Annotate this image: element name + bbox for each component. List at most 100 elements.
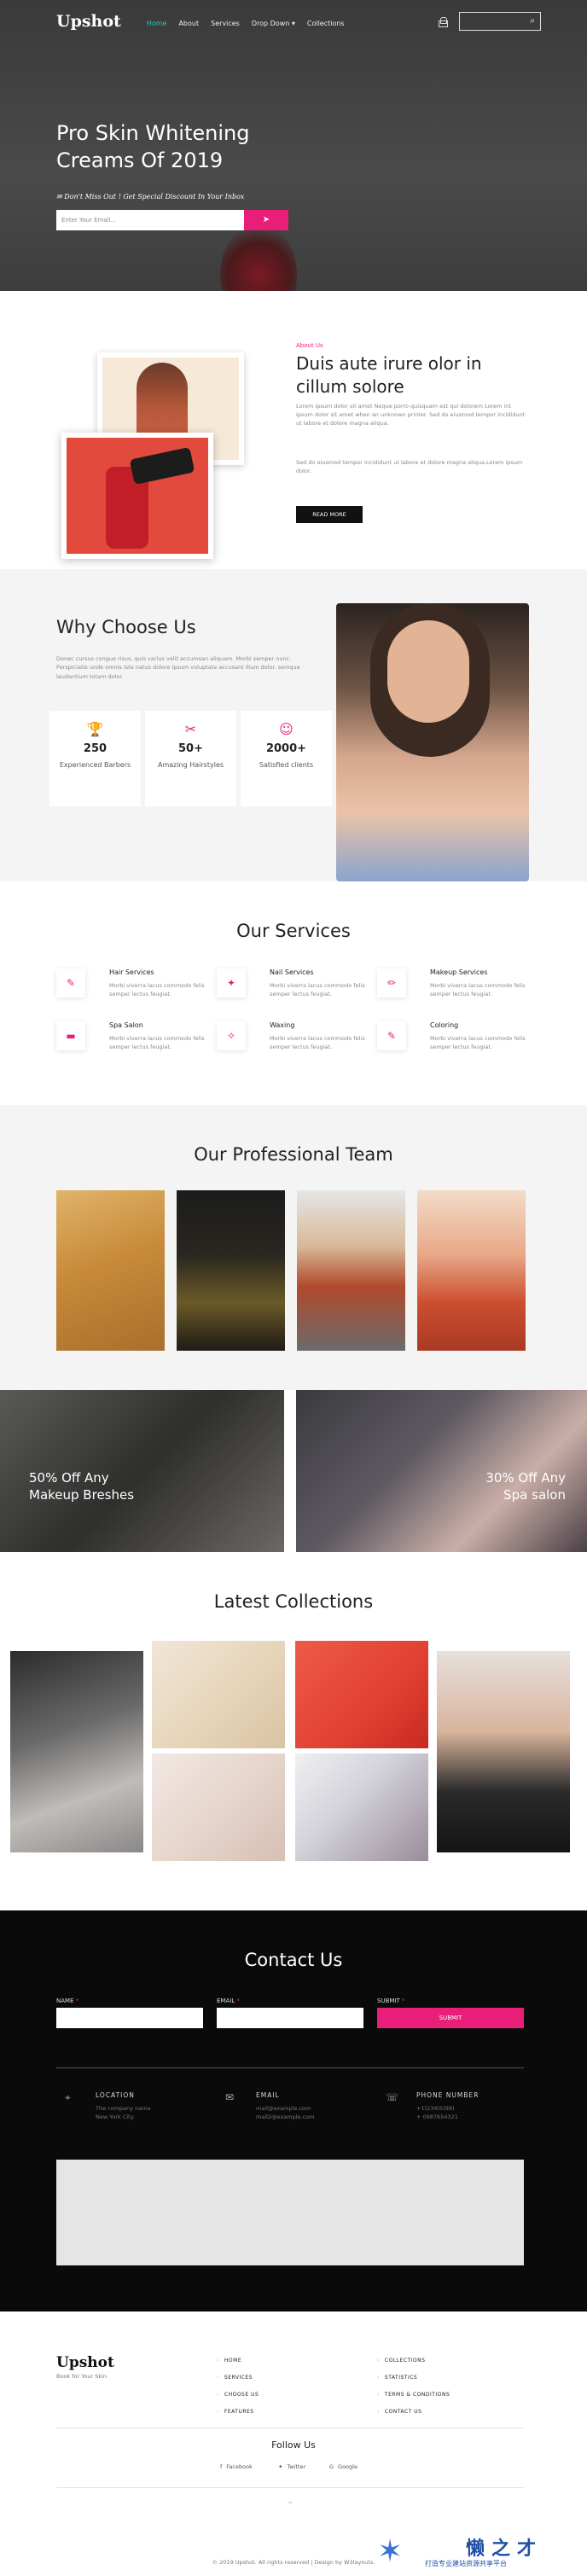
footer-logo[interactable]: Upshot	[56, 2354, 114, 2371]
nav-dropdown[interactable]: Drop Down ▾	[252, 20, 295, 27]
offer-text: 30% Off Any Spa salon	[485, 1470, 566, 1503]
social-twitter[interactable]: ✦ Twitter	[278, 2463, 305, 2470]
gallery-image[interactable]	[437, 1651, 570, 1852]
footer-link[interactable]: CHOOSE US	[217, 2392, 259, 2398]
gallery-image[interactable]	[152, 1641, 285, 1748]
footer-link[interactable]: COLLECTIONS	[377, 2358, 425, 2364]
team-member-photo[interactable]	[417, 1190, 526, 1351]
brush-icon: ✎	[377, 1021, 406, 1050]
email-field[interactable]	[217, 2008, 363, 2028]
phone-line-2: + 0987654321	[416, 2114, 458, 2121]
footer-divider	[56, 2487, 524, 2488]
contact-email: ✉ EMAIL mail@example.com mail2@example.c…	[225, 2091, 315, 2122]
team-member-photo[interactable]	[297, 1190, 405, 1351]
service-desc: Morbi viverra lacus commodo felis semper…	[430, 982, 526, 998]
about-section: About Us Duis aute irure olor in cillum …	[0, 291, 587, 569]
stat-value: 250	[83, 742, 108, 755]
stat-value: 2000+	[265, 742, 307, 755]
stat-card: ☺ 2000+ Satisfied clients	[241, 711, 332, 806]
nav-home[interactable]: Home	[147, 20, 167, 27]
nav-about[interactable]: About	[178, 20, 199, 27]
newsletter-email-input[interactable]: Enter Your Email...	[56, 210, 244, 230]
service-desc: Morbi viverra lacus commodo felis semper…	[270, 1035, 365, 1051]
search-icon[interactable]: ⌕	[530, 16, 535, 26]
back-to-top-icon[interactable]: ⌃	[287, 2501, 294, 2510]
service-desc: Morbi viverra lacus commodo felis semper…	[109, 1035, 205, 1051]
search-input[interactable]: ⌕	[459, 12, 541, 31]
offers-section: 50% Off Any Makeup Breshes 30% Off Any S…	[0, 1390, 587, 1552]
service-name: Coloring	[430, 1021, 459, 1029]
collections-title: Latest Collections	[213, 1591, 374, 1612]
why-model-image	[336, 603, 529, 881]
contact-submit-button[interactable]: SUBMIT	[377, 2008, 524, 2028]
service-name: Hair Services	[109, 968, 154, 976]
footer-link[interactable]: SERVICES	[217, 2375, 253, 2381]
about-tag: About Us	[296, 342, 323, 349]
nav-collections[interactable]: Collections	[307, 20, 345, 27]
contact-phone: ☏ PHONE NUMBER +1(234)5(99) + 0987654321	[386, 2091, 479, 2122]
offer-banner-makeup[interactable]: 50% Off Any Makeup Breshes	[0, 1390, 284, 1552]
service-name: Waxing	[270, 1021, 295, 1029]
follow-title: Follow Us	[271, 2439, 316, 2451]
service-name: Nail Services	[270, 968, 314, 976]
team-member-photo[interactable]	[177, 1190, 285, 1351]
email-line-1[interactable]: mail@example.com	[256, 2104, 315, 2113]
contact-section: Contact Us NAME * EMAIL * SUBMIT * SUBMI…	[0, 1910, 587, 2311]
email-label-text: EMAIL	[217, 1997, 235, 2004]
social-google[interactable]: G Google	[329, 2463, 357, 2470]
gallery-image[interactable]	[295, 1641, 428, 1748]
phone-title: PHONE NUMBER	[416, 2091, 479, 2099]
required-mark: *	[75, 1997, 79, 2004]
offer-banner-spa[interactable]: 30% Off Any Spa salon	[296, 1390, 587, 1552]
footer-tagline: Book for Your Skin	[56, 2373, 108, 2380]
team-section: Our Professional Team	[0, 1105, 587, 1390]
scissors-icon: ✂	[184, 721, 197, 737]
about-title: Duis aute irure olor in cillum solore	[296, 353, 482, 397]
google-icon: G	[329, 2463, 334, 2470]
read-more-button[interactable]: READ MORE	[296, 506, 363, 523]
social-label: Facebook	[226, 2463, 253, 2470]
logo[interactable]: Upshot	[56, 12, 121, 31]
footer-link[interactable]: FEATURES	[217, 2409, 254, 2415]
footer-link[interactable]: STATISTICS	[377, 2375, 417, 2381]
service-desc: Morbi viverra lacus commodo felis semper…	[270, 982, 365, 998]
collections-section: Latest Collections	[0, 1552, 587, 1910]
watermark-subtitle: 打造专业建站资源共享平台	[425, 2560, 507, 2567]
about-paragraph-2: Sed do eiusmod tempor incididunt ut labo…	[296, 459, 523, 475]
phone-line-1: +1(234)5(99)	[416, 2105, 455, 2112]
gallery-image[interactable]	[10, 1651, 143, 1852]
stat-card: ✂ 50+ Amazing Hairstyles	[145, 711, 236, 806]
gallery-image[interactable]	[295, 1753, 428, 1861]
hero-section: Upshot Home About Services Drop Down ▾ C…	[0, 0, 587, 291]
footer-link[interactable]: HOME	[217, 2358, 241, 2364]
location-line-1: The company name	[96, 2105, 151, 2112]
social-label: Google	[338, 2463, 357, 2470]
service-name: Makeup Services	[430, 968, 488, 976]
service-desc: Morbi viverra lacus commodo felis semper…	[109, 982, 205, 998]
social-facebook[interactable]: f Facebook	[220, 2463, 253, 2470]
name-label-text: NAME	[56, 1997, 74, 2004]
map-embed[interactable]	[56, 2160, 524, 2265]
newsletter-form: Enter Your Email... ➤	[56, 210, 288, 230]
service-name: Spa Salon	[109, 1021, 143, 1029]
team-member-photo[interactable]	[56, 1190, 165, 1351]
phone-icon: ☏	[386, 2091, 399, 2103]
paper-plane-icon: ➤	[262, 215, 270, 224]
star-logo-icon: ✶	[377, 2534, 404, 2569]
user-icon[interactable]	[439, 16, 448, 27]
name-label: NAME *	[56, 1997, 78, 2004]
footer-link[interactable]: TERMS & CONDITIONS	[377, 2392, 450, 2398]
services-section: Our Services ✎ Hair Services Morbi viver…	[0, 881, 587, 1105]
email-line-2[interactable]: mail2@example.com	[256, 2113, 315, 2121]
nav-services[interactable]: Services	[211, 20, 240, 27]
model-face	[387, 620, 469, 723]
submit-label: SUBMIT *	[377, 1997, 404, 2004]
social-label: Twitter	[287, 2463, 306, 2470]
footer-link[interactable]: CONTACT US	[377, 2409, 421, 2415]
navbar: Upshot Home About Services Drop Down ▾ C…	[56, 12, 541, 31]
team-title: Our Professional Team	[194, 1144, 393, 1165]
newsletter-submit-button[interactable]: ➤	[244, 210, 288, 230]
name-field[interactable]	[56, 2008, 203, 2028]
wax-strip-icon: ✧	[217, 1021, 246, 1050]
gallery-image[interactable]	[152, 1753, 285, 1861]
